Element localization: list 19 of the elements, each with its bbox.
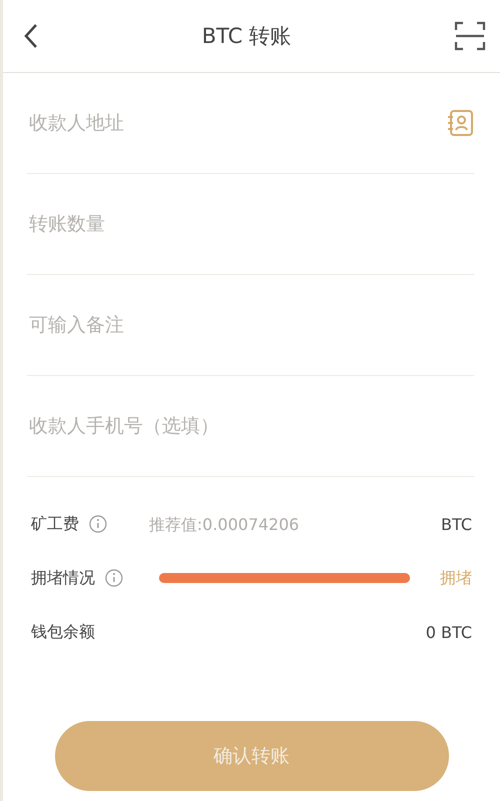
congestion-status: 拥堵 [440, 568, 472, 588]
back-icon [23, 23, 39, 49]
info-icon[interactable] [89, 515, 107, 533]
congestion-label: 拥堵情况 [31, 568, 95, 588]
balance-label: 钱包余额 [31, 622, 95, 642]
input-field[interactable]: 转账数量 [27, 173, 474, 275]
info-icon[interactable] [105, 569, 123, 587]
contact-book-icon [446, 109, 474, 137]
input-field[interactable]: 可输入备注 [27, 274, 474, 376]
page-title: BTC 转账 [202, 23, 292, 50]
balance-value: 0 BTC [426, 622, 472, 642]
contact-book-button[interactable] [446, 109, 474, 137]
fee-unit: BTC [441, 514, 472, 534]
input-field[interactable]: 收款人地址 [27, 72, 446, 174]
scan-button[interactable] [454, 21, 486, 51]
scan-icon [454, 21, 486, 51]
input-field[interactable]: 收款人手机号（选填） [27, 375, 474, 477]
back-button[interactable] [23, 23, 39, 49]
fee-label: 矿工费 [31, 514, 79, 534]
